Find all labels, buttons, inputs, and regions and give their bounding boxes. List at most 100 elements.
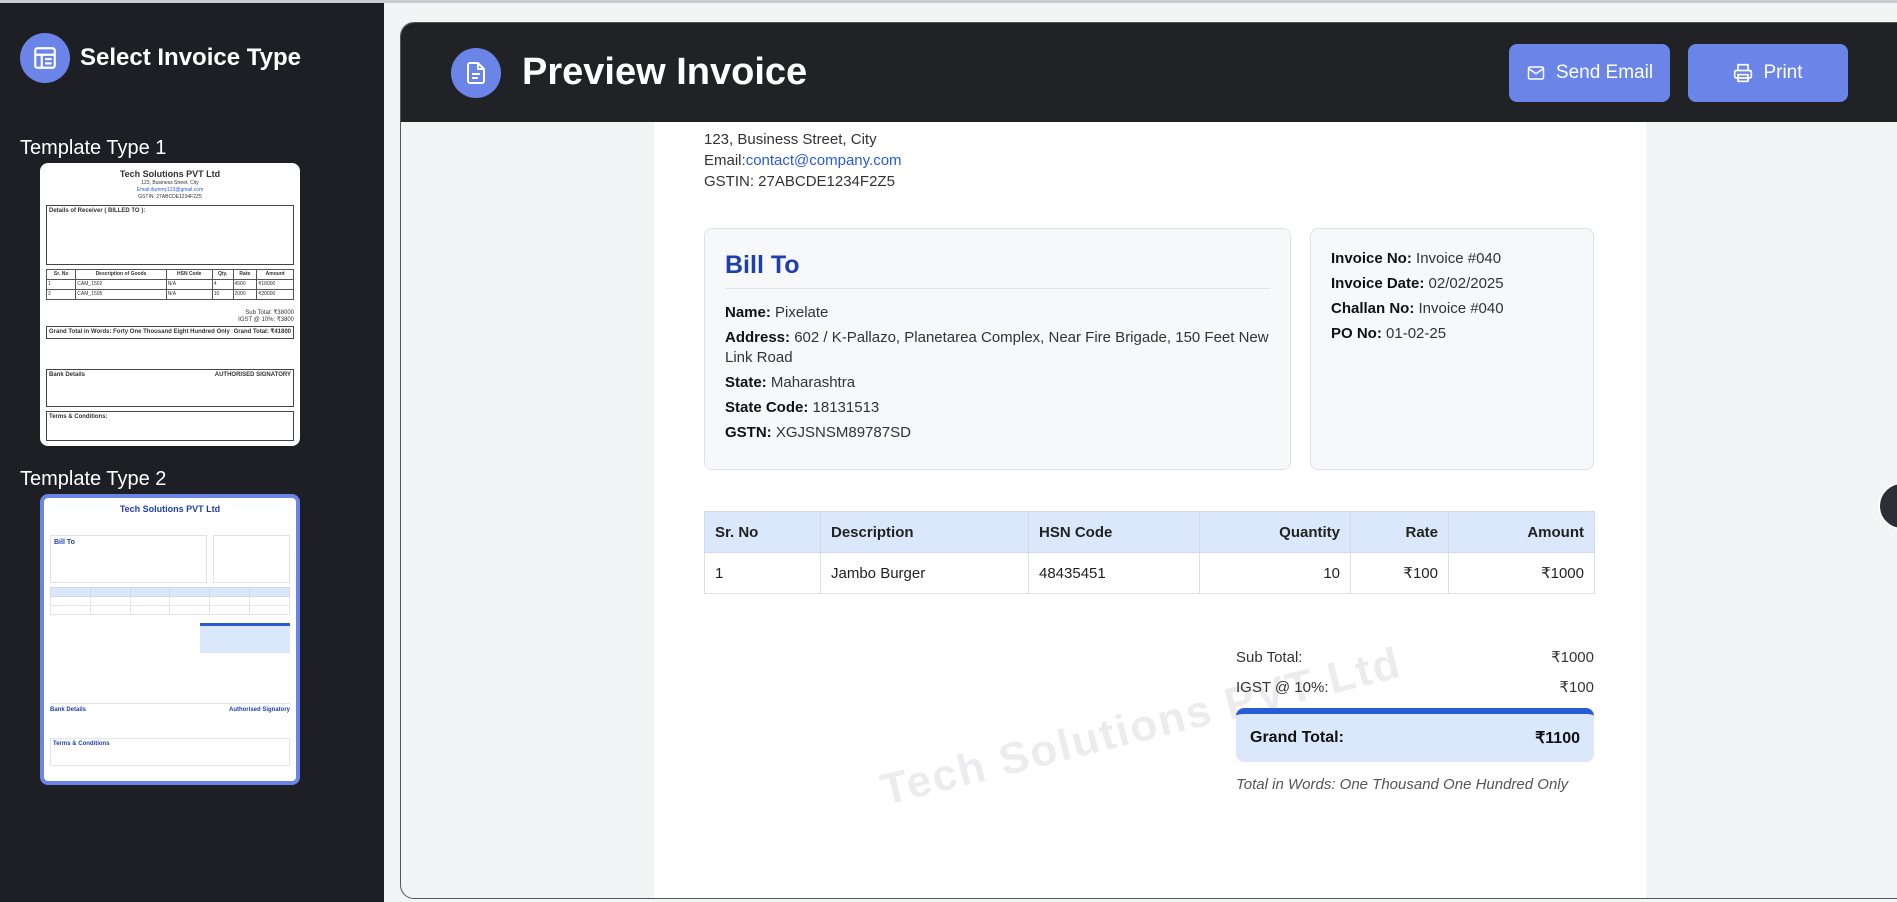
template-1-preview: Tech Solutions PVT Ltd 123, Business Str…: [40, 163, 300, 446]
mini1-terms: Terms & Conditions:: [49, 414, 108, 420]
preview-panel: Preview Invoice Send Email Print 123, Bu…: [400, 22, 1897, 899]
grand-total-row: Grand Total: ₹1100: [1236, 708, 1594, 762]
email-label: Email:: [704, 152, 746, 169]
mini1-bank: Bank Details: [49, 372, 86, 378]
page-title: Preview Invoice: [522, 51, 808, 93]
address-value: 602 / K-Pallazo, Planetarea Complex, Nea…: [725, 329, 1269, 366]
subtotal-label: Sub Total:: [1236, 648, 1303, 666]
mini1-table: Sr. No Description of Goods HSN Code Qty…: [45, 269, 294, 300]
subtotal-row: Sub Total: ₹1000: [1236, 642, 1594, 672]
mini2-signatory: Authorised Signatory: [228, 707, 290, 713]
column-header: Description: [820, 511, 1029, 553]
column-header: Rate: [1350, 511, 1449, 553]
mini2-table: [50, 587, 290, 615]
mini1-col: HSN Code: [165, 269, 213, 280]
mini2-bank: Bank Details: [50, 707, 87, 713]
igst-value: ₹100: [1559, 679, 1594, 696]
mini1-col: Amount: [256, 269, 294, 280]
table-header-row: Sr. No Description HSN Code Quantity Rat…: [704, 511, 1595, 553]
mini1-col: Description of Goods: [75, 269, 167, 280]
po-no-label: PO No:: [1331, 325, 1382, 342]
mini1-line2: Email:dummy123@gmail.com: [136, 187, 204, 193]
name-value: Pixelate: [775, 304, 829, 321]
cell-description: Jambo Burger: [820, 552, 1029, 594]
cell-hsn-code: 48435451: [1028, 552, 1200, 594]
invoice-date-label: Invoice Date:: [1331, 275, 1425, 292]
mini1-line3: GSTIN: 27ABCDE1234F2Z5: [138, 194, 202, 200]
company-gstin: GSTIN: 27ABCDE1234F2Z5: [704, 173, 895, 190]
invoice-date: Invoice Date: 02/02/2025: [1331, 274, 1573, 294]
mini1-cell: 2: [45, 289, 77, 300]
send-email-button[interactable]: Send Email: [1509, 44, 1670, 102]
preview-header: Preview Invoice Send Email Print: [401, 23, 1897, 122]
column-header: Quantity: [1199, 511, 1351, 553]
mini1-cell: 4500: [232, 279, 258, 290]
company-details: 123, Business Street, City Email:contact…: [704, 129, 902, 192]
template-type-1-thumbnail[interactable]: Tech Solutions PVT Ltd 123, Business Str…: [40, 163, 300, 446]
mini1-col: Sr. No: [45, 269, 77, 280]
mini1-subtotal: Sub Total: ₹38000: [245, 310, 294, 316]
bill-state-code: State Code: 18131513: [725, 398, 1270, 418]
document-icon: [451, 48, 501, 98]
column-header: HSN Code: [1028, 511, 1200, 553]
bill-name: Name: Pixelate: [725, 303, 1270, 323]
state-label: State:: [725, 374, 767, 391]
state-value: Maharashtra: [770, 374, 856, 391]
print-label: Print: [1763, 62, 1803, 83]
cell-rate: ₹100: [1350, 552, 1449, 594]
mini1-cell: N/A: [165, 289, 213, 300]
send-email-label: Send Email: [1555, 62, 1654, 83]
table-row: 1 Jambo Burger 48435451 10 ₹100 ₹1000: [704, 552, 1595, 594]
address-label: Address:: [725, 329, 791, 346]
challan-no-label: Challan No:: [1331, 300, 1415, 317]
floating-settings-button[interactable]: [1878, 482, 1897, 530]
mini1-signatory: AUTHORISED SIGNATORY: [214, 372, 291, 378]
mini1-igst: IGST @ 10%: ₹3800: [238, 317, 294, 323]
mini1-cell: N/A: [165, 279, 213, 290]
igst-row: IGST @ 10%: ₹100: [1236, 672, 1594, 702]
mini1-cell: CAM_1505: [75, 289, 167, 300]
gstn-value: XGJSNSM89787SD: [775, 424, 911, 441]
template-2-preview: Tech Solutions PVT Ltd Bill To Bank Deta…: [44, 498, 296, 772]
mini1-company: Tech Solutions PVT Ltd: [119, 169, 221, 179]
mail-icon: [1527, 66, 1545, 80]
cell-amount: ₹1000: [1448, 552, 1595, 594]
igst-label: IGST @ 10%:: [1236, 678, 1329, 696]
mini1-cell: 4: [211, 279, 234, 290]
gstn-label: GSTN:: [725, 424, 772, 441]
cell-quantity: 10: [1199, 552, 1351, 594]
print-button[interactable]: Print: [1688, 44, 1848, 102]
bill-gstn: GSTN: XGJSNSM89787SD: [725, 423, 1270, 443]
cell-sr-no: 1: [704, 552, 821, 594]
company-email-link[interactable]: contact@company.com: [746, 152, 902, 169]
mini1-cell: 10: [211, 289, 234, 300]
items-table: Sr. No Description HSN Code Quantity Rat…: [704, 511, 1595, 594]
mini1-receiver: Details of Receiver ( BILLED TO ):: [49, 208, 146, 214]
mini2-company: Tech Solutions PVT Ltd: [119, 504, 221, 514]
subtotal-value: ₹1000: [1551, 649, 1594, 666]
grand-total-value: ₹1100: [1535, 730, 1580, 747]
bill-address: Address: 602 / K-Pallazo, Planetarea Com…: [725, 328, 1270, 368]
total-in-words: Total in Words: One Thousand One Hundred…: [1236, 776, 1569, 793]
bill-state: State: Maharashtra: [725, 373, 1270, 393]
challan-no: Challan No: Invoice #040: [1331, 299, 1573, 319]
po-no-value: 01-02-25: [1386, 325, 1447, 342]
invoice-layout-icon: [20, 33, 70, 83]
template-type-2-thumbnail[interactable]: Tech Solutions PVT Ltd Bill To Bank Deta…: [40, 494, 300, 785]
state-code-label: State Code:: [725, 399, 809, 416]
name-label: Name:: [725, 304, 771, 321]
totals-section: Sub Total: ₹1000 IGST @ 10%: ₹100 Grand To…: [1236, 642, 1594, 793]
mini2-terms: Terms & Conditions: [53, 741, 110, 747]
bill-to-card: Bill To Name: Pixelate Address: 602 / K-…: [704, 228, 1291, 470]
company-address: 123, Business Street, City: [704, 131, 877, 148]
invoice-no-value: Invoice #040: [1416, 250, 1502, 267]
mini1-cell: 2000: [232, 289, 258, 300]
sidebar: Select Invoice Type Template Type 1 Tech…: [0, 3, 384, 902]
mini1-grand-words: Grand Total in Words: Forty One Thousand…: [49, 329, 230, 335]
mini1-cell: CAM_1502: [75, 279, 167, 290]
bill-to-title: Bill To: [725, 251, 1270, 289]
column-header: Sr. No: [704, 511, 821, 553]
printer-icon: [1734, 63, 1753, 83]
sidebar-header: Select Invoice Type: [20, 33, 301, 83]
mini1-cell: ₹18000: [256, 279, 294, 290]
